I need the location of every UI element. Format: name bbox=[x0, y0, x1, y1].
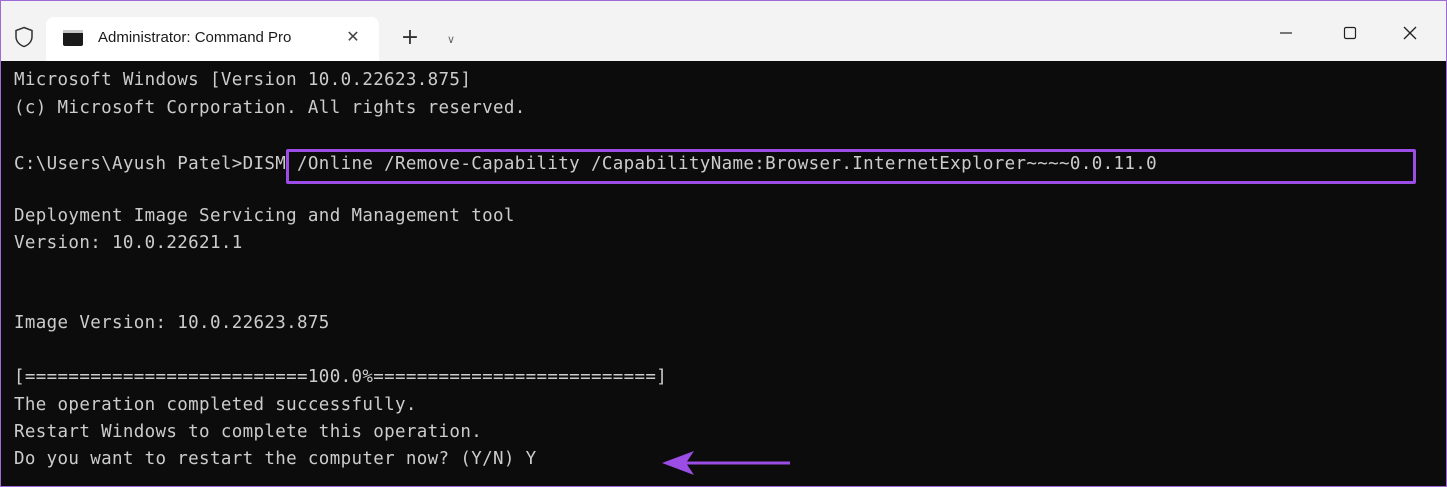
tab-command-prompt[interactable]: Administrator: Command Pro ✕ bbox=[46, 17, 379, 61]
progress-bar-text: [==========================100.0%=======… bbox=[14, 367, 668, 387]
chevron-down-icon[interactable]: ∨ bbox=[442, 31, 460, 49]
command-highlight-box bbox=[286, 149, 1416, 184]
close-window-button[interactable] bbox=[1387, 15, 1433, 51]
console-line-prompt: Do you want to restart the computer now?… bbox=[14, 449, 537, 469]
maximize-icon bbox=[1343, 26, 1357, 40]
close-window-icon bbox=[1403, 26, 1417, 40]
console-line: Restart Windows to complete this operati… bbox=[14, 422, 483, 442]
shield-icon[interactable] bbox=[14, 26, 34, 48]
maximize-button[interactable] bbox=[1327, 15, 1373, 51]
title-bar[interactable]: Administrator: Command Pro ✕ + ∨ bbox=[1, 1, 1446, 61]
arrow-icon bbox=[662, 451, 790, 475]
console-line: The operation completed successfully. bbox=[14, 395, 417, 415]
console-line: (c) Microsoft Corporation. All rights re… bbox=[14, 98, 526, 118]
terminal-window: Administrator: Command Pro ✕ + ∨ Microso… bbox=[0, 0, 1447, 487]
tab-title: Administrator: Command Pro bbox=[98, 29, 292, 46]
console-line: Image Version: 10.0.22623.875 bbox=[14, 313, 330, 333]
terminal-icon bbox=[63, 30, 83, 46]
minimize-icon bbox=[1280, 32, 1292, 34]
console-output[interactable]: Microsoft Windows [Version 10.0.22623.87… bbox=[1, 61, 1446, 486]
plus-icon[interactable]: + bbox=[399, 27, 421, 49]
console-line: Deployment Image Servicing and Managemen… bbox=[14, 206, 515, 226]
console-line: Microsoft Windows [Version 10.0.22623.87… bbox=[14, 70, 472, 90]
minimize-button[interactable] bbox=[1263, 15, 1309, 51]
close-icon[interactable]: ✕ bbox=[343, 27, 363, 47]
console-line: Version: 10.0.22621.1 bbox=[14, 233, 243, 253]
